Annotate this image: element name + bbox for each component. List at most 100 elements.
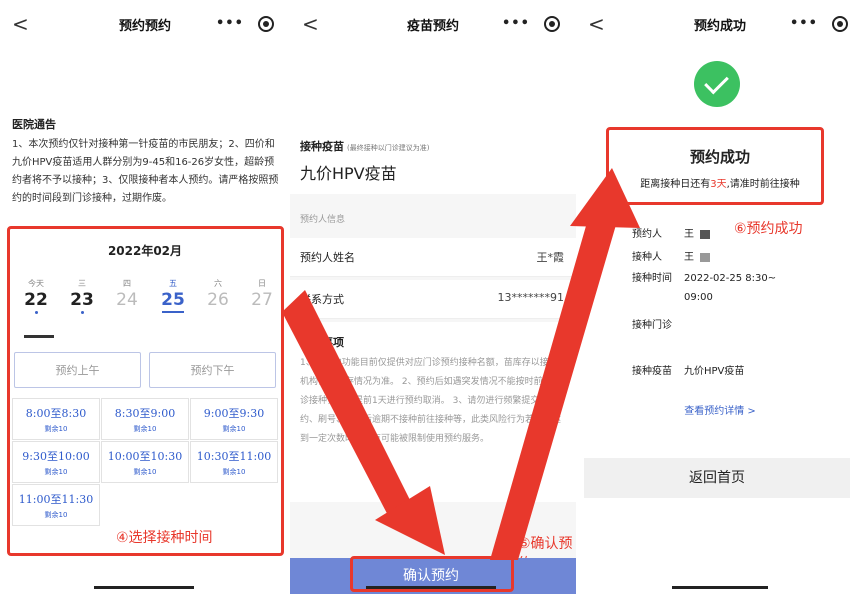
clinic-label: 接种门诊 xyxy=(632,320,672,331)
hospital-notice: 医院通告 1、本次预约仅针对接种第一针疫苗的市民朋友；2、四价和九价HPV疫苗适… xyxy=(12,116,280,208)
slot-remaining: 剩余10 xyxy=(222,425,246,433)
info-person: 接种人 王 xyxy=(632,248,710,263)
notes-card: 注意事项 1、本预约功能目前仅提供对应门诊预约接种名额，苗库存以接种机构当日库存… xyxy=(290,322,576,502)
time-label: 接种时间 xyxy=(632,273,672,284)
view-detail-link[interactable]: 查看预约详情 > xyxy=(576,402,864,417)
panel-success: < 预约成功 ••• 预约成功 距离接种日还有3天,请准时前往接种 预约人王 ⑥… xyxy=(576,0,864,594)
day-item[interactable]: 今天 22 xyxy=(18,278,54,314)
slot-remaining: 剩余10 xyxy=(222,468,246,476)
blank-area xyxy=(290,48,576,128)
success-post: ,请准时前往接种 xyxy=(726,179,800,190)
info-time-end: 09:00 xyxy=(684,292,713,303)
slot-time: 9:00至9:30 xyxy=(203,407,265,420)
nav-bar: < 预约预约 ••• xyxy=(0,0,290,48)
slot-remaining: 剩余10 xyxy=(133,425,157,433)
morning-button[interactable]: 预约上午 xyxy=(14,352,141,388)
more-dots-icon[interactable]: ••• xyxy=(216,12,244,36)
person-label: 接种人 xyxy=(632,252,662,263)
success-title: 预约成功 xyxy=(689,148,750,166)
day-number: 25 xyxy=(161,290,185,310)
vaccine-label: 接种疫苗 xyxy=(632,366,672,377)
time-slot[interactable]: 11:00至11:30 剩余10 xyxy=(12,484,100,526)
vaccine-value: 九价HPV疫苗 xyxy=(684,366,745,377)
panel-time-selection: < 预约预约 ••• 医院通告 1、本次预约仅针对接种第一针疫苗的市民朋友；2、… xyxy=(0,0,290,594)
redaction xyxy=(700,229,710,239)
step-label-4: ④选择接种时间 xyxy=(116,530,213,546)
afternoon-button[interactable]: 预约下午 xyxy=(149,352,276,388)
phone-value: 13*******91 xyxy=(497,291,565,304)
day-item[interactable]: 六 26 xyxy=(200,278,236,310)
slot-time: 8:30至9:00 xyxy=(114,407,176,420)
day-item[interactable]: 四 24 xyxy=(109,278,145,310)
step-label-6: ⑥预约成功 xyxy=(734,221,803,237)
day-item[interactable]: 日 27 xyxy=(244,278,280,310)
slot-remaining: 剩余10 xyxy=(44,425,68,433)
time-slot[interactable]: 10:00至10:30 剩余10 xyxy=(101,441,189,483)
time-slot[interactable]: 8:00至8:30 剩余10 xyxy=(12,398,100,440)
target-icon[interactable] xyxy=(258,16,274,32)
success-pre: 距离接种日还有 xyxy=(640,179,711,190)
day-number: 22 xyxy=(24,290,48,310)
success-subtitle: 距离接种日还有3天,请准时前往接种 xyxy=(576,175,864,190)
info-vaccine: 接种疫苗 九价HPV疫苗 xyxy=(632,362,744,377)
phone-row: 联系方式 13*******91 xyxy=(290,280,576,319)
more-dots-icon[interactable]: ••• xyxy=(790,12,818,36)
nav-bar: < 疫苗预约 ••• xyxy=(290,0,576,48)
day-weekday: 三 xyxy=(78,279,86,288)
day-weekday: 日 xyxy=(258,279,266,288)
availability-dot xyxy=(80,311,84,314)
time-slot[interactable]: 8:30至9:00 剩余10 xyxy=(101,398,189,440)
day-weekday: 五 xyxy=(169,279,177,288)
person-value: 王 xyxy=(684,252,694,263)
check-circle-icon xyxy=(694,61,740,107)
time-slot[interactable]: 9:30至10:00 剩余10 xyxy=(12,441,100,483)
phone-label: 联系方式 xyxy=(300,293,344,306)
redaction xyxy=(700,252,710,262)
vaccine-name: 九价HPV疫苗 xyxy=(300,164,397,183)
name-row: 预约人姓名 王*霞 xyxy=(290,238,576,277)
availability-dot xyxy=(34,311,38,314)
nav-bar: < 预约成功 ••• xyxy=(576,0,864,48)
home-button[interactable]: 返回首页 xyxy=(584,458,850,498)
notes-body: 1、本预约功能目前仅提供对应门诊预约接种名额，苗库存以接种机构当日库存情况为准。… xyxy=(300,358,562,444)
success-days: 3天 xyxy=(710,179,727,190)
vaccine-hint: (最终接种以门诊建议为准) xyxy=(347,144,430,152)
selected-underline xyxy=(162,311,184,313)
slot-time: 9:30至10:00 xyxy=(22,450,90,463)
home-indicator xyxy=(94,586,194,589)
mini-program-capsule: ••• xyxy=(786,12,850,36)
target-icon[interactable] xyxy=(544,16,560,32)
name-label: 预约人姓名 xyxy=(300,251,355,264)
panel-confirm: < 疫苗预约 ••• 接种疫苗 (最终接种以门诊建议为准) 九价HPV疫苗 预约人… xyxy=(290,0,576,594)
slot-remaining: 剩余10 xyxy=(44,468,68,476)
time-value: 2022-02-25 8:30~ xyxy=(684,273,777,284)
slot-remaining: 剩余10 xyxy=(44,511,68,519)
home-indicator xyxy=(672,586,768,589)
notice-title: 医院通告 xyxy=(12,118,56,131)
home-indicator xyxy=(366,586,496,589)
mini-program-capsule: ••• xyxy=(498,12,562,36)
day-item-selected[interactable]: 五 25 xyxy=(155,278,191,313)
slot-remaining: 剩余10 xyxy=(133,468,157,476)
day-item[interactable]: 三 23 xyxy=(64,278,100,314)
notes-title: 注意事项 xyxy=(300,336,344,349)
time-slot[interactable]: 9:00至9:30 剩余10 xyxy=(190,398,278,440)
day-number: 23 xyxy=(70,290,94,310)
day-picker: 今天 22 三 23 四 24 五 25 六 26 日 27 xyxy=(12,278,278,324)
notice-body: 1、本次预约仅针对接种第一针疫苗的市民朋友；2、四价和九价HPV疫苗适用人群分别… xyxy=(12,139,279,204)
slot-time: 10:00至10:30 xyxy=(107,450,183,463)
vaccine-label: 接种疫苗 (最终接种以门诊建议为准) xyxy=(300,138,429,154)
day-weekday: 六 xyxy=(214,279,222,288)
slot-time: 10:30至11:00 xyxy=(196,450,272,463)
more-dots-icon[interactable]: ••• xyxy=(502,12,530,36)
vaccine-label-text: 接种疫苗 xyxy=(300,140,344,153)
divider xyxy=(24,335,54,338)
day-weekday: 四 xyxy=(123,279,131,288)
mini-program-capsule: ••• xyxy=(212,12,276,36)
section-header: 预约人信息 xyxy=(300,215,346,225)
time-slot[interactable]: 10:30至11:00 剩余10 xyxy=(190,441,278,483)
slot-time: 11:00至11:30 xyxy=(18,493,94,506)
target-icon[interactable] xyxy=(832,16,848,32)
booker-label: 预约人 xyxy=(632,229,662,240)
day-number: 26 xyxy=(207,290,229,310)
